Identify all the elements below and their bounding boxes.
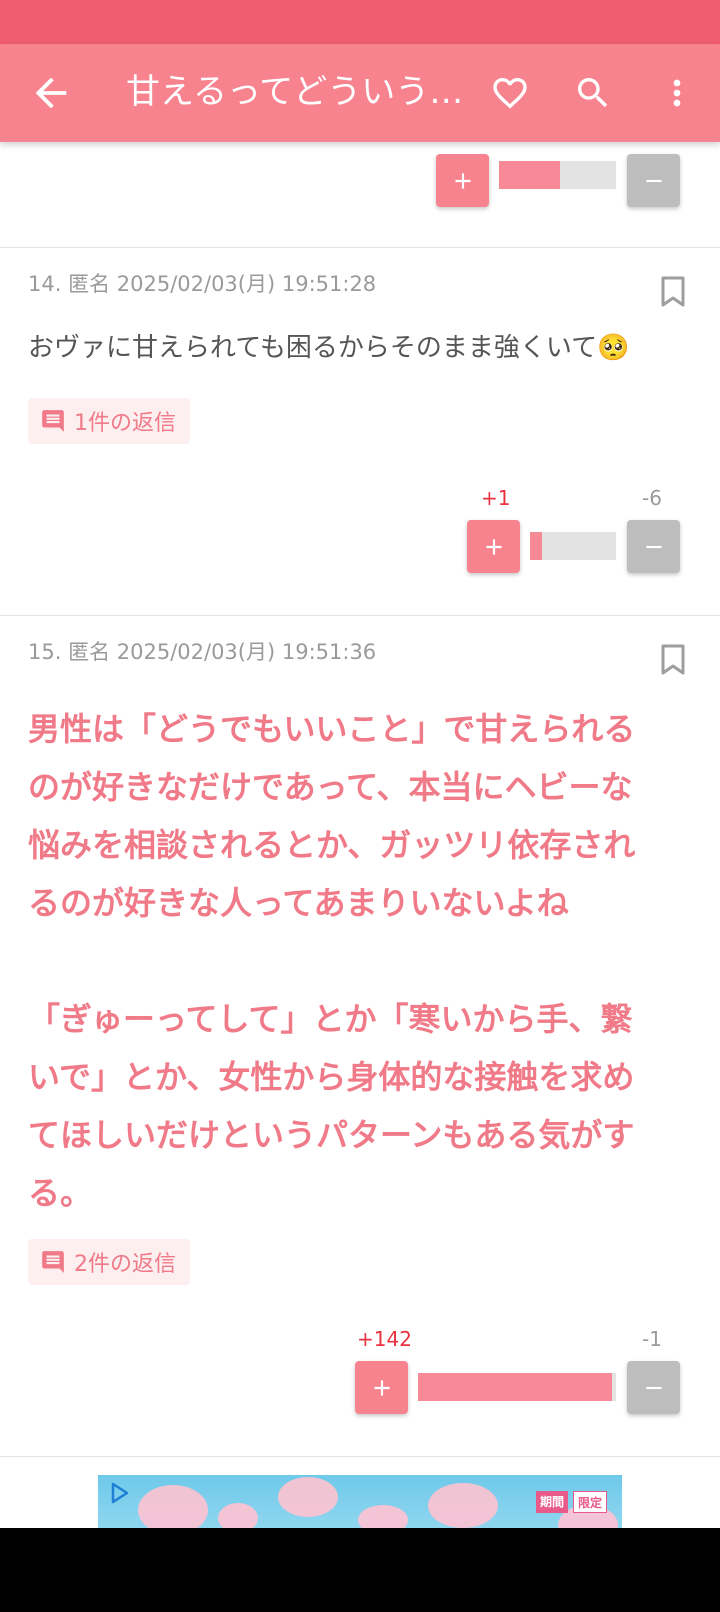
divider	[0, 1456, 720, 1457]
comment-line	[28, 932, 696, 990]
bookmark-button[interactable]	[660, 644, 686, 676]
comment-body: おヴァに甘えられても困るからそのまま強くいて🥺	[28, 333, 630, 363]
minus-vote-button[interactable]	[627, 1361, 680, 1414]
bookmark-icon	[661, 644, 685, 675]
ad-petal	[138, 1485, 208, 1528]
comment-line: いで」とか、女性から身体的な接触を求め	[28, 1058, 635, 1096]
reply-button[interactable]: 1件の返信	[28, 398, 190, 444]
comment-line: てほしいだけというパターンもある気がす	[28, 1116, 635, 1154]
plus-vote-button[interactable]	[436, 154, 489, 207]
plus-vote-button[interactable]	[355, 1361, 408, 1414]
plus-icon	[373, 1379, 390, 1396]
vote-ratio-bar	[418, 1373, 616, 1401]
ad-badge: 限定	[573, 1491, 608, 1513]
vote-ratio-bar	[499, 161, 616, 189]
comment-meta: 14. 匿名 2025/02/03(月) 19:51:28	[28, 272, 377, 296]
minus-vote-button[interactable]	[627, 520, 680, 573]
ad-petal	[278, 1477, 338, 1517]
status-bar	[0, 0, 720, 44]
ad-petal	[218, 1503, 258, 1528]
plus-count: +1	[481, 486, 511, 510]
plus-vote-button[interactable]	[467, 520, 520, 573]
vote-ratio-fill	[418, 1373, 613, 1401]
divider	[0, 247, 720, 248]
plus-count: +142	[357, 1327, 412, 1351]
minus-icon	[645, 545, 662, 548]
comment-line: 男性は「どうでもいいこと」で甘えられる	[28, 710, 636, 748]
comment-line: のが好きなだけであって、本当にヘビーな	[28, 768, 633, 806]
reply-button[interactable]: 2件の返信	[28, 1239, 190, 1285]
more-options-button[interactable]	[650, 66, 704, 120]
favorite-button[interactable]	[483, 66, 537, 120]
minus-count: -6	[642, 486, 662, 510]
comment-meta: 15. 匿名 2025/02/03(月) 19:51:36	[28, 640, 377, 664]
plus-icon	[454, 172, 471, 189]
comment-line: る。	[28, 1174, 93, 1212]
search-button[interactable]	[566, 66, 620, 120]
vote-ratio-fill	[530, 532, 543, 560]
back-button[interactable]	[28, 70, 74, 116]
reply-count-label: 2件の返信	[74, 1252, 176, 1277]
ad-petal	[358, 1505, 408, 1528]
minus-icon	[645, 179, 662, 182]
vote-ratio-bar	[530, 532, 616, 560]
comment-line: るのが好きな人ってあまりいないよね	[28, 884, 569, 922]
back-arrow-icon	[35, 77, 67, 109]
heart-icon	[493, 78, 527, 109]
divider	[0, 615, 720, 616]
comment-line: 「ぎゅーってして」とか「寒いから手、繋	[28, 1000, 633, 1038]
bookmark-icon	[661, 276, 685, 307]
system-nav-bar	[0, 1528, 720, 1612]
minus-count: -1	[642, 1327, 662, 1351]
comment-icon	[42, 410, 64, 432]
ad-play-icon	[111, 1482, 129, 1504]
vote-ratio-fill	[499, 161, 560, 189]
app-bar: 甘えるってどういう…	[0, 44, 720, 142]
comment-line: 悩みを相談されるとか、ガッツリ依存され	[28, 826, 636, 864]
ad-banner[interactable]: 期間 限定	[98, 1475, 622, 1528]
ad-badge: 期間	[536, 1491, 569, 1513]
comment-body: 男性は「どうでもいいこと」で甘えられる のが好きなだけであって、本当にヘビーな …	[28, 700, 696, 1222]
more-vert-icon	[673, 79, 681, 107]
bookmark-button[interactable]	[660, 276, 686, 308]
minus-icon	[645, 1386, 662, 1389]
reply-count-label: 1件の返信	[74, 411, 176, 436]
comment-icon	[42, 1251, 64, 1273]
search-icon	[578, 78, 608, 108]
minus-vote-button[interactable]	[627, 154, 680, 207]
plus-icon	[485, 538, 502, 555]
comment-list: 14. 匿名 2025/02/03(月) 19:51:28 おヴァに甘えられても…	[0, 142, 720, 1528]
ad-petal	[428, 1483, 498, 1528]
page-title: 甘えるってどういう…	[126, 72, 464, 112]
